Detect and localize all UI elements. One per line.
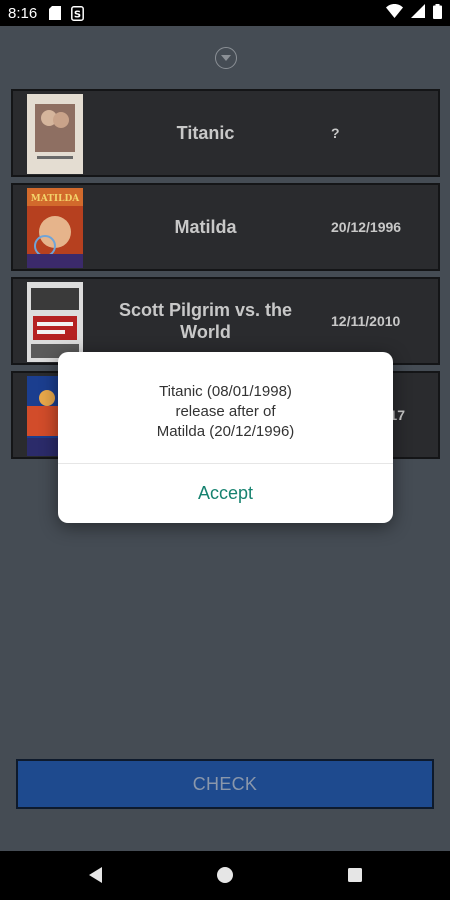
alert-dialog: Titanic (08/01/1998) release after of Ma… (58, 352, 393, 523)
signal-icon (411, 4, 425, 22)
dialog-message-line: release after of (175, 403, 276, 420)
accept-button[interactable]: Accept (58, 464, 393, 523)
movie-card-titanic[interactable]: Titanic ? (11, 89, 440, 177)
movie-date: ? (331, 125, 340, 141)
svg-text:MATILDA: MATILDA (31, 194, 80, 204)
dialog-message-line: Matilda (20/12/1996) (156, 423, 295, 440)
dialog-message-line: Titanic (08/01/1998) (159, 383, 292, 400)
movie-card-matilda[interactable]: MATILDA Matilda 20/12/1996 (11, 183, 440, 271)
movie-date: 12/11/2010 (331, 313, 401, 329)
svg-text:S: S (74, 9, 81, 20)
poster-matilda: MATILDA (27, 188, 83, 268)
poster-scott-pilgrim (27, 282, 83, 362)
status-bar: 8:16 S (0, 0, 450, 26)
movie-title: Scott Pilgrim vs. the World (118, 300, 293, 342)
movie-date: 20/12/1996 (331, 219, 402, 235)
s-notification-icon: S (71, 5, 85, 21)
battery-icon (433, 3, 442, 23)
back-icon[interactable] (85, 865, 105, 885)
status-time: 8:16 (8, 4, 38, 22)
chevron-down-circle-icon[interactable] (215, 47, 237, 69)
movie-title: Titanic (176, 123, 235, 143)
wifi-icon (386, 4, 403, 22)
poster-titanic (27, 94, 83, 174)
check-button[interactable]: CHECK (16, 759, 434, 809)
sd-card-icon (49, 6, 62, 20)
recents-icon[interactable] (345, 865, 365, 885)
navigation-bar (0, 851, 450, 900)
movie-title: Matilda (174, 217, 237, 237)
dialog-message: Titanic (08/01/1998) release after of Ma… (58, 382, 393, 442)
home-icon[interactable] (215, 865, 235, 885)
